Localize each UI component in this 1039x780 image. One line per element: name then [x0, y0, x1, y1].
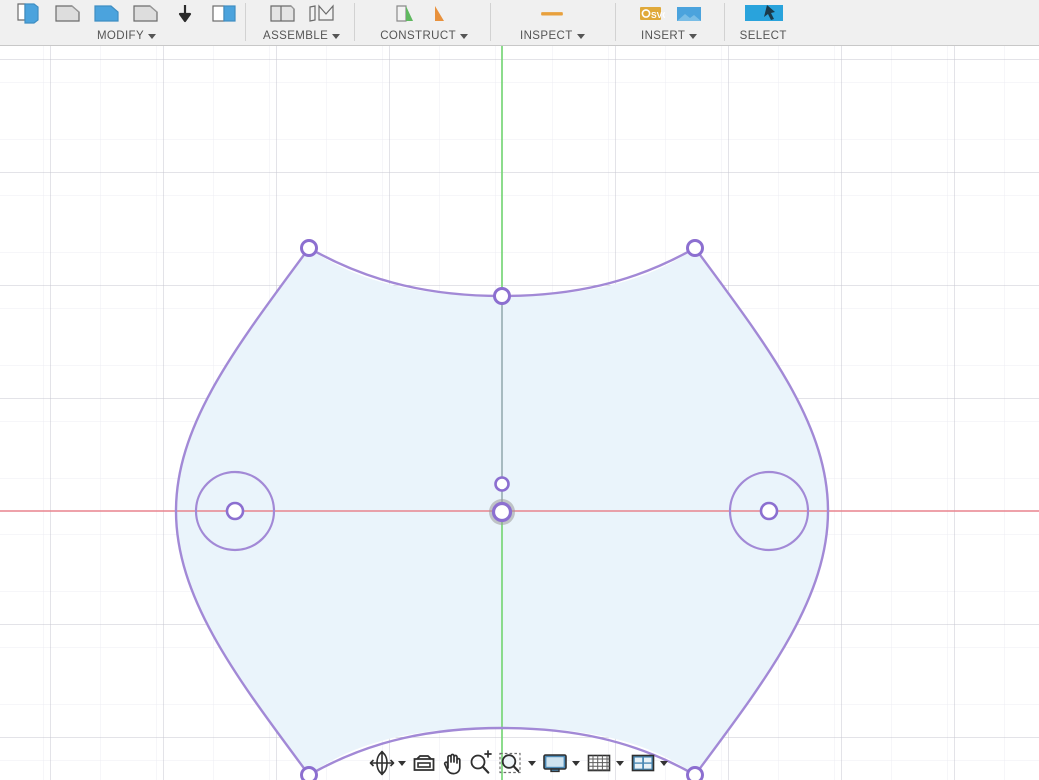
press-pull-icon[interactable] — [14, 0, 44, 26]
sketch-canvas[interactable] — [0, 46, 1039, 780]
ribbon-toolbar: MODIFY — [0, 0, 1039, 46]
ribbon-panel-inspect-label[interactable]: INSPECT — [520, 26, 585, 46]
ribbon-panel-insert-label[interactable]: INSERT — [641, 26, 697, 46]
shell-icon[interactable] — [131, 0, 161, 26]
measure-icon[interactable] — [537, 0, 567, 26]
right-hole-center-point[interactable] — [761, 503, 777, 519]
ribbon-panel-assemble-label[interactable]: ASSEMBLE — [263, 26, 340, 46]
new-component-icon[interactable] — [267, 0, 297, 26]
chevron-down-icon[interactable] — [332, 34, 340, 39]
sketch-point-bottom-left[interactable] — [302, 768, 317, 780]
sketch-point-top-right[interactable] — [688, 241, 703, 256]
svg-text:SVG: SVG — [651, 10, 665, 20]
assemble-panel-icons — [267, 0, 336, 26]
construct-panel-icons — [390, 0, 459, 26]
pan-hand-icon[interactable] — [439, 749, 465, 777]
insert-svg-icon[interactable]: SVG — [635, 0, 665, 26]
fillet-icon[interactable] — [53, 0, 83, 26]
insert-panel-icons: SVG — [635, 0, 704, 26]
ribbon-panel-assemble: ASSEMBLE — [245, 0, 354, 45]
plane-at-angle-icon[interactable] — [429, 0, 459, 26]
construct-label-text: CONSTRUCT — [380, 26, 456, 46]
draft-icon[interactable] — [170, 0, 200, 26]
offset-plane-icon[interactable] — [390, 0, 420, 26]
grid-icon[interactable] — [585, 749, 613, 777]
sketch-point-bottom-right[interactable] — [688, 768, 703, 780]
zoom-magnifier-icon[interactable] — [467, 749, 495, 777]
display-chevron-down-icon[interactable] — [572, 761, 580, 766]
ribbon-panel-construct-label[interactable]: CONSTRUCT — [380, 26, 468, 46]
zoom-window-icon[interactable] — [497, 749, 525, 777]
ribbon-panel-modify: MODIFY — [0, 0, 245, 45]
grid-chevron-down-icon[interactable] — [616, 761, 624, 766]
ribbon-panel-insert: SVG INSERT — [615, 0, 724, 45]
insert-label-text: INSERT — [641, 26, 685, 46]
select-cursor-icon[interactable] — [741, 0, 785, 26]
chamfer-icon[interactable] — [92, 0, 122, 26]
sketch-point-top-left[interactable] — [302, 241, 317, 256]
ribbon-panel-inspect: INSPECT — [490, 0, 615, 45]
select-label-text: SELECT — [740, 26, 787, 46]
orbit-chevron-down-icon[interactable] — [398, 761, 406, 766]
insert-canvas-icon[interactable] — [674, 0, 704, 26]
inspect-panel-icons — [537, 0, 567, 26]
chevron-down-icon[interactable] — [148, 34, 156, 39]
viewport-layout-icon[interactable] — [629, 749, 657, 777]
sketch-point-mid-guide[interactable] — [496, 478, 509, 491]
sketch-point-top-middle[interactable] — [495, 289, 510, 304]
ribbon-panel-construct: CONSTRUCT — [354, 0, 490, 45]
chevron-down-icon[interactable] — [460, 34, 468, 39]
select-panel-icons — [741, 0, 785, 26]
zoom-window-chevron-down-icon[interactable] — [528, 761, 536, 766]
ribbon-panel-select: SELECT — [724, 0, 793, 45]
chevron-down-icon[interactable] — [689, 34, 697, 39]
origin-point[interactable] — [494, 504, 511, 521]
ribbon-panel-select-label[interactable]: SELECT — [740, 26, 787, 46]
viewports-chevron-down-icon[interactable] — [660, 761, 668, 766]
modify-panel-icons — [14, 0, 239, 26]
chevron-down-icon[interactable] — [577, 34, 585, 39]
ribbon-panel-modify-label[interactable]: MODIFY — [97, 26, 156, 46]
sketch-viewport[interactable] — [0, 46, 1039, 780]
assemble-label-text: ASSEMBLE — [263, 26, 328, 46]
modify-label-text: MODIFY — [97, 26, 144, 46]
orbit-icon[interactable] — [369, 749, 395, 777]
fusion-app-window: MODIFY — [0, 0, 1039, 780]
scale-icon[interactable] — [209, 0, 239, 26]
left-hole-center-point[interactable] — [227, 503, 243, 519]
inspect-label-text: INSPECT — [520, 26, 573, 46]
display-monitor-icon[interactable] — [541, 749, 569, 777]
joint-icon[interactable] — [306, 0, 336, 26]
nav-button-group — [363, 749, 677, 777]
look-at-icon[interactable] — [411, 749, 437, 777]
